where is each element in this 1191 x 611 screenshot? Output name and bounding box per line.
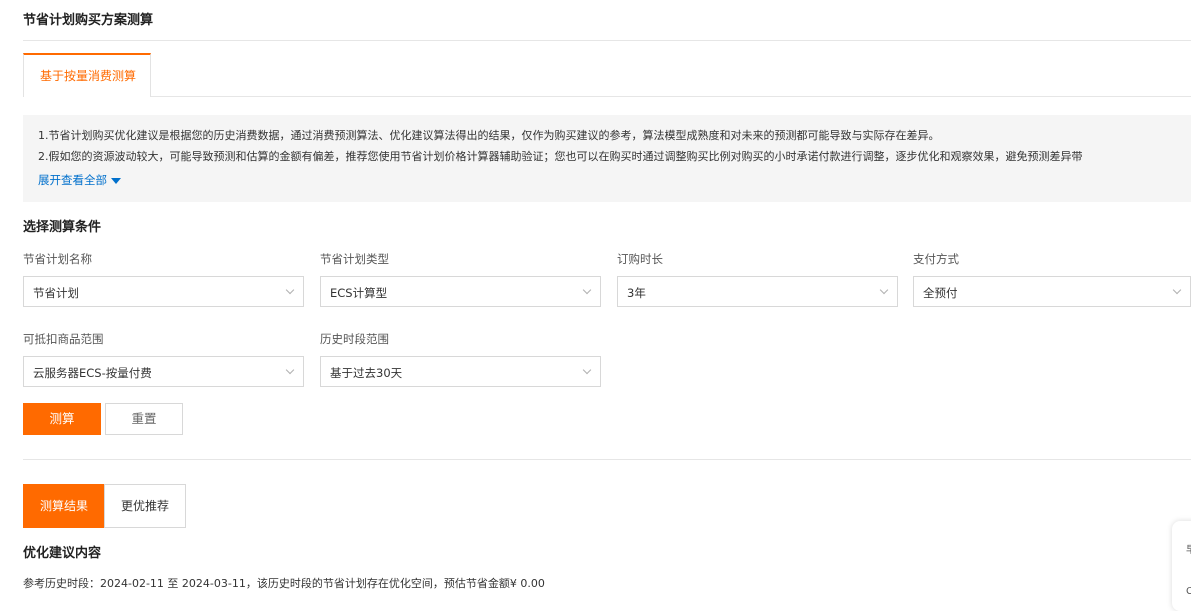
chevron-down-icon [582,285,592,295]
section-divider [23,459,1191,460]
plan-name-value: 节省计划 [33,286,79,300]
chevron-down-icon [285,365,295,375]
chevron-down-icon [879,285,889,295]
caret-down-icon [111,177,121,184]
tab-usage-based-label[interactable]: 基于按量消费测算 [40,67,136,84]
expand-all-label[interactable]: 展开查看全部 [38,173,107,187]
duration-select[interactable]: 3年 [617,276,898,307]
duration-label: 订购时长 [617,252,663,266]
product-scope-value: 云服务器ECS-按量付费 [33,366,152,380]
plan-type-value: ECS计算型 [330,286,388,300]
reference-period-text: 参考历史时段：2024-02-11 至 2024-03-11，该历史时段的节省计… [23,577,545,590]
chevron-down-icon [285,285,295,295]
product-scope-select[interactable]: 云服务器ECS-按量付费 [23,356,304,387]
results-section-title: 优化建议内容 [23,546,102,561]
expand-all-link[interactable]: 展开查看全部 [38,172,121,188]
reset-button[interactable]: 重置 [105,403,183,435]
tab-better-recommendation[interactable]: 更优推荐 [104,484,186,528]
page-title: 节省计划购买方案测算 [23,13,154,28]
tab-calc-result[interactable]: 测算结果 [23,484,105,528]
header-divider [23,40,1191,41]
side-panel-glyph-1[interactable]: 早 [1186,541,1191,556]
conditions-section-title: 选择测算条件 [23,220,102,235]
history-range-value: 基于过去30天 [330,366,403,380]
payment-select[interactable]: 全预付 [913,276,1191,307]
duration-value: 3年 [627,286,646,300]
chevron-down-icon [1172,285,1182,295]
calculate-button[interactable]: 测算 [23,403,101,435]
payment-value: 全预付 [923,286,958,300]
tab-baseline [151,96,1191,97]
side-panel-glyph-2[interactable]: C [1186,586,1191,597]
payment-label: 支付方式 [913,252,959,266]
chevron-down-icon [582,365,592,375]
plan-name-label: 节省计划名称 [23,252,92,266]
history-range-select[interactable]: 基于过去30天 [320,356,601,387]
plan-type-select[interactable]: ECS计算型 [320,276,601,307]
plan-name-select[interactable]: 节省计划 [23,276,304,307]
floating-side-panel[interactable] [1172,521,1191,611]
notice-line-1: 1.节省计划购买优化建议是根据您的历史消费数据，通过消费预测算法、优化建议算法得… [38,129,940,142]
product-scope-label: 可抵扣商品范围 [23,332,104,346]
notice-line-2: 2.假如您的资源波动较大，可能导致预测和估算的金额有偏差，推荐您使用节省计划价格… [38,150,1083,163]
history-range-label: 历史时段范围 [320,332,389,346]
plan-type-label: 节省计划类型 [320,252,389,266]
